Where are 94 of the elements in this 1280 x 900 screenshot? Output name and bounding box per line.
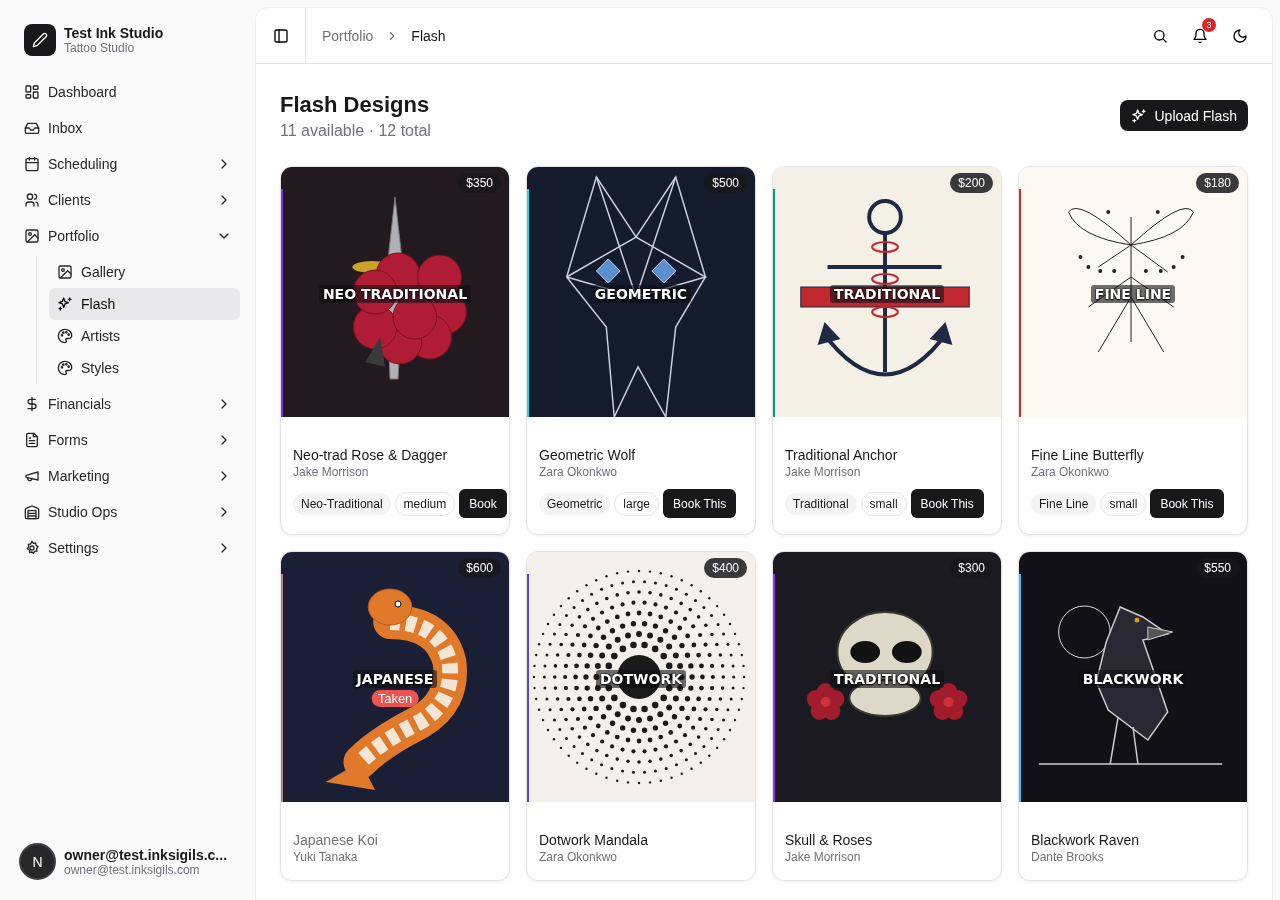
design-title: Geometric Wolf xyxy=(539,447,637,463)
panel-icon xyxy=(272,27,289,44)
sparkles-icon xyxy=(57,296,73,312)
design-title: Traditional Anchor xyxy=(785,447,899,463)
search-icon xyxy=(1152,27,1168,44)
breadcrumb-current: Flash xyxy=(411,27,446,44)
style-label: GEOMETRIC xyxy=(590,285,692,303)
price-badge: $550 xyxy=(1196,558,1239,578)
flash-card[interactable]: $400 DOTWORK Dotwork Mandala Zara Okonkwo xyxy=(526,551,756,881)
megaphone-icon xyxy=(24,468,40,484)
price-badge: $400 xyxy=(704,558,747,578)
sidebar-item[interactable]: Forms xyxy=(16,424,240,456)
style-label: FINE LINE xyxy=(1090,285,1176,303)
style-label: JAPANESE xyxy=(352,670,438,688)
sidebar-item[interactable]: Artists xyxy=(49,320,240,352)
style-label: TRADITIONAL xyxy=(829,670,945,688)
price-badge: $200 xyxy=(950,173,993,193)
studio-type: Tattoo Studio xyxy=(64,41,136,55)
price-badge: $500 xyxy=(704,173,747,193)
users-icon xyxy=(24,192,40,208)
image-icon xyxy=(24,228,40,244)
settings-icon xyxy=(24,540,40,556)
inbox-icon xyxy=(24,120,40,136)
sidebar-item[interactable]: Clients xyxy=(16,184,240,216)
flash-card[interactable]: $600 JAPANESE Taken Japanese Koi Yuki Tanaka xyxy=(280,551,510,881)
artist-name: Jake Morrison xyxy=(785,850,862,864)
bell-icon xyxy=(1192,27,1208,44)
book-button[interactable]: Book This xyxy=(910,489,984,518)
artist-name: Zara Okonkwo xyxy=(1031,465,1111,479)
sidebar-item[interactable]: Settings xyxy=(16,532,240,564)
style-label: NEO TRADITIONAL xyxy=(318,285,472,303)
moon-icon xyxy=(1232,27,1248,44)
palette-icon xyxy=(57,328,73,344)
style-label: DOTWORK xyxy=(595,670,686,688)
document-icon xyxy=(24,432,40,448)
sparkles-icon xyxy=(1130,107,1147,124)
sidebar-item[interactable]: Styles xyxy=(49,352,240,384)
price-badge: $180 xyxy=(1196,173,1239,193)
notifications-button[interactable]: 3 xyxy=(1182,17,1218,54)
flash-card[interactable]: $550 BLACKWORK Blackwork Raven Dante Brooks xyxy=(1018,551,1248,881)
logo-icon xyxy=(24,24,56,56)
design-title: Neo-trad Rose & Dagger xyxy=(293,447,449,463)
style-tag: Traditional xyxy=(785,492,857,515)
user-avatar[interactable]: N xyxy=(19,843,56,880)
design-title: Blackwork Raven xyxy=(1031,832,1141,848)
artist-name: Yuki Tanaka xyxy=(293,850,359,864)
flash-card[interactable]: $180 FINE LINE Fine Line Butterfly Zara Okonkwo Fine Line small Book This xyxy=(1018,166,1248,535)
warehouse-icon xyxy=(24,504,40,520)
book-button[interactable]: Book This xyxy=(1150,489,1224,518)
dashboard-icon xyxy=(24,84,40,100)
sidebar-item[interactable]: Dashboard xyxy=(16,76,240,108)
flash-card[interactable]: $200 TRADITIONAL Traditional Anchor Jake Morrison Traditional small Book This xyxy=(772,166,1002,535)
style-tag: Geometric xyxy=(539,492,611,515)
flash-card[interactable]: $350 NEO TRADITIONAL Neo-trad Rose & Dagger Jake Morrison Neo-Traditional medium Book xyxy=(280,166,510,535)
artist-name: Zara Okonkwo xyxy=(539,465,619,479)
flash-card[interactable]: $500 GEOMETRIC Geometric Wolf Zara Okonkwo Geometric large Book This xyxy=(526,166,756,535)
sidebar-item[interactable]: Scheduling xyxy=(16,148,240,180)
price-badge: $300 xyxy=(950,558,993,578)
sidebar-item[interactable]: Portfolio xyxy=(16,220,240,252)
palette-icon xyxy=(57,360,73,376)
flash-card[interactable]: $300 TRADITIONAL Skull & Roses Jake Morrison xyxy=(772,551,1002,881)
notification-count: 3 xyxy=(1202,17,1216,32)
user-name: owner@test.inksigils.c... xyxy=(64,846,228,863)
book-button[interactable]: Book xyxy=(459,489,507,518)
dollar-icon xyxy=(24,396,40,412)
style-label: TRADITIONAL xyxy=(829,285,945,303)
sidebar-item[interactable]: Flash xyxy=(49,288,240,320)
style-tag: Neo-Traditional xyxy=(293,492,391,515)
taken-badge: Taken xyxy=(371,690,419,707)
sidebar-item[interactable]: Studio Ops xyxy=(16,496,240,528)
studio-name: Test Ink Studio xyxy=(64,25,164,41)
artist-name: Jake Morrison xyxy=(785,465,862,479)
design-title: Japanese Koi xyxy=(293,832,379,848)
page-title: Flash Designs xyxy=(280,92,431,118)
user-email: owner@test.inksigils.com xyxy=(64,862,200,877)
artist-name: Dante Brooks xyxy=(1031,850,1105,864)
artist-name: Jake Morrison xyxy=(293,465,370,479)
image-icon xyxy=(57,264,73,280)
breadcrumb-link[interactable]: Portfolio xyxy=(322,27,374,44)
sidebar-item[interactable]: Marketing xyxy=(16,460,240,492)
design-title: Skull & Roses xyxy=(785,832,874,848)
sidebar-item[interactable]: Inbox xyxy=(16,112,240,144)
book-button[interactable]: Book This xyxy=(663,489,737,518)
page-subtitle: 11 available · 12 total xyxy=(280,122,431,140)
design-title: Fine Line Butterfly xyxy=(1031,447,1145,463)
upload-flash-button[interactable]: Upload Flash xyxy=(1119,100,1248,131)
price-badge: $350 xyxy=(458,173,501,193)
design-title: Dotwork Mandala xyxy=(539,832,649,848)
style-tag: Fine Line xyxy=(1031,492,1097,515)
artist-name: Zara Okonkwo xyxy=(539,850,619,864)
sidebar-item[interactable]: Financials xyxy=(16,388,240,420)
sidebar-item[interactable]: Gallery xyxy=(49,256,240,288)
calendar-icon xyxy=(24,156,40,172)
price-badge: $600 xyxy=(458,558,501,578)
